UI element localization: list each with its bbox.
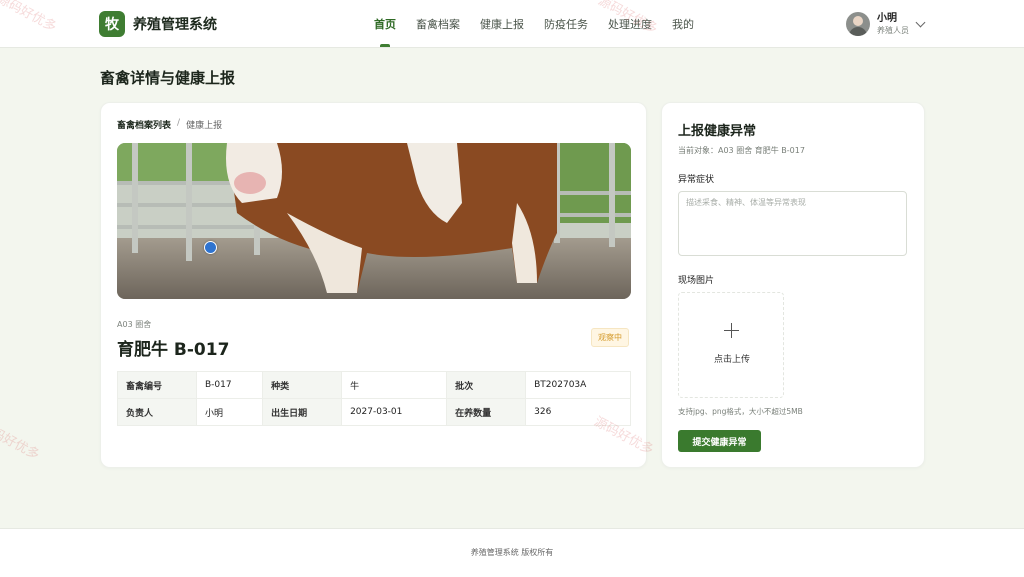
main-nav: 首页 畜禽档案 健康上报 防疫任务 处理进度 我的 bbox=[364, 0, 704, 47]
pen-label: A03 圈舍 bbox=[117, 320, 152, 329]
info-value: B-017 bbox=[195, 371, 264, 399]
user-menu[interactable]: 小明 养殖人员 bbox=[846, 10, 926, 38]
upload-hint: 支持jpg、png格式，大小不超过5MB bbox=[678, 407, 803, 416]
symptom-label: 异常症状 bbox=[678, 175, 715, 185]
nav-item-livestock-records[interactable]: 畜禽档案 bbox=[406, 0, 470, 47]
location-pin-icon[interactable] bbox=[204, 241, 217, 254]
nav-item-mine[interactable]: 我的 bbox=[662, 0, 704, 47]
breadcrumb-separator: / bbox=[177, 118, 181, 128]
health-report-card: 上报健康异常 当前对象：A03 圈舍 育肥牛 B-017 异常症状 现场图片 点… bbox=[661, 102, 925, 468]
nav-item-home[interactable]: 首页 bbox=[364, 0, 406, 47]
info-value: 小明 bbox=[195, 398, 264, 426]
info-key: 批次 bbox=[446, 371, 527, 399]
info-key: 种类 bbox=[262, 371, 343, 399]
submit-report-button[interactable]: 提交健康异常 bbox=[678, 430, 761, 452]
app-name[interactable]: 养殖管理系统 bbox=[133, 14, 217, 34]
table-row: 负责人 小明 出生日期 2027-03-01 在养数量 326 bbox=[117, 398, 631, 426]
breadcrumb-current: 健康上报 bbox=[186, 121, 223, 131]
animal-detail-card: 畜禽档案列表 / 健康上报 A03 圈舍 育肥牛 B-017 观察中 畜禽编号 … bbox=[100, 102, 647, 468]
report-target: 当前对象：A03 圈舍 育肥牛 B-017 bbox=[678, 146, 805, 155]
symptom-input[interactable] bbox=[678, 191, 907, 256]
animal-name: 育肥牛 B-017 bbox=[117, 340, 230, 360]
breadcrumb-parent[interactable]: 畜禽档案列表 bbox=[117, 118, 171, 131]
photo-upload[interactable]: 点击上传 bbox=[678, 292, 784, 398]
info-value: BT202703A bbox=[525, 371, 631, 399]
upload-label: 点击上传 bbox=[713, 355, 750, 365]
user-role: 养殖人员 bbox=[877, 26, 909, 35]
info-key: 畜禽编号 bbox=[117, 371, 197, 399]
top-nav-bar: 牧 养殖管理系统 首页 畜禽档案 健康上报 防疫任务 处理进度 我的 小明 养殖… bbox=[0, 0, 1024, 48]
photo-label: 现场图片 bbox=[678, 276, 715, 286]
footer-text: 养殖管理系统 版权所有 bbox=[470, 548, 554, 557]
info-key: 在养数量 bbox=[446, 398, 527, 426]
report-title: 上报健康异常 bbox=[678, 124, 757, 139]
animal-info-table: 畜禽编号 B-017 种类 牛 批次 BT202703A 负责人 小明 出生日期… bbox=[117, 371, 631, 426]
logo-char: 牧 bbox=[105, 17, 119, 33]
status-badge: 观察中 bbox=[591, 328, 629, 347]
avatar bbox=[846, 12, 870, 36]
nav-item-health-report[interactable]: 健康上报 bbox=[470, 0, 534, 47]
info-key: 出生日期 bbox=[262, 398, 343, 426]
animal-photo bbox=[117, 143, 631, 299]
app-logo[interactable]: 牧 bbox=[99, 11, 125, 37]
nav-item-progress[interactable]: 处理进度 bbox=[598, 0, 662, 47]
nav-item-epidemic-tasks[interactable]: 防疫任务 bbox=[534, 0, 598, 47]
info-value: 326 bbox=[525, 398, 631, 426]
page-title: 畜禽详情与健康上报 bbox=[100, 69, 236, 87]
table-row: 畜禽编号 B-017 种类 牛 批次 BT202703A bbox=[117, 371, 631, 399]
info-value: 牛 bbox=[341, 371, 448, 399]
chevron-down-icon[interactable] bbox=[915, 17, 926, 27]
breadcrumb: 畜禽档案列表 / 健康上报 bbox=[117, 118, 222, 131]
info-key: 负责人 bbox=[117, 398, 197, 426]
watermark: 源码好优多 bbox=[0, 419, 42, 464]
footer: 养殖管理系统 版权所有 bbox=[0, 528, 1024, 577]
info-value: 2027-03-01 bbox=[341, 398, 448, 426]
user-name: 小明 bbox=[877, 13, 897, 24]
